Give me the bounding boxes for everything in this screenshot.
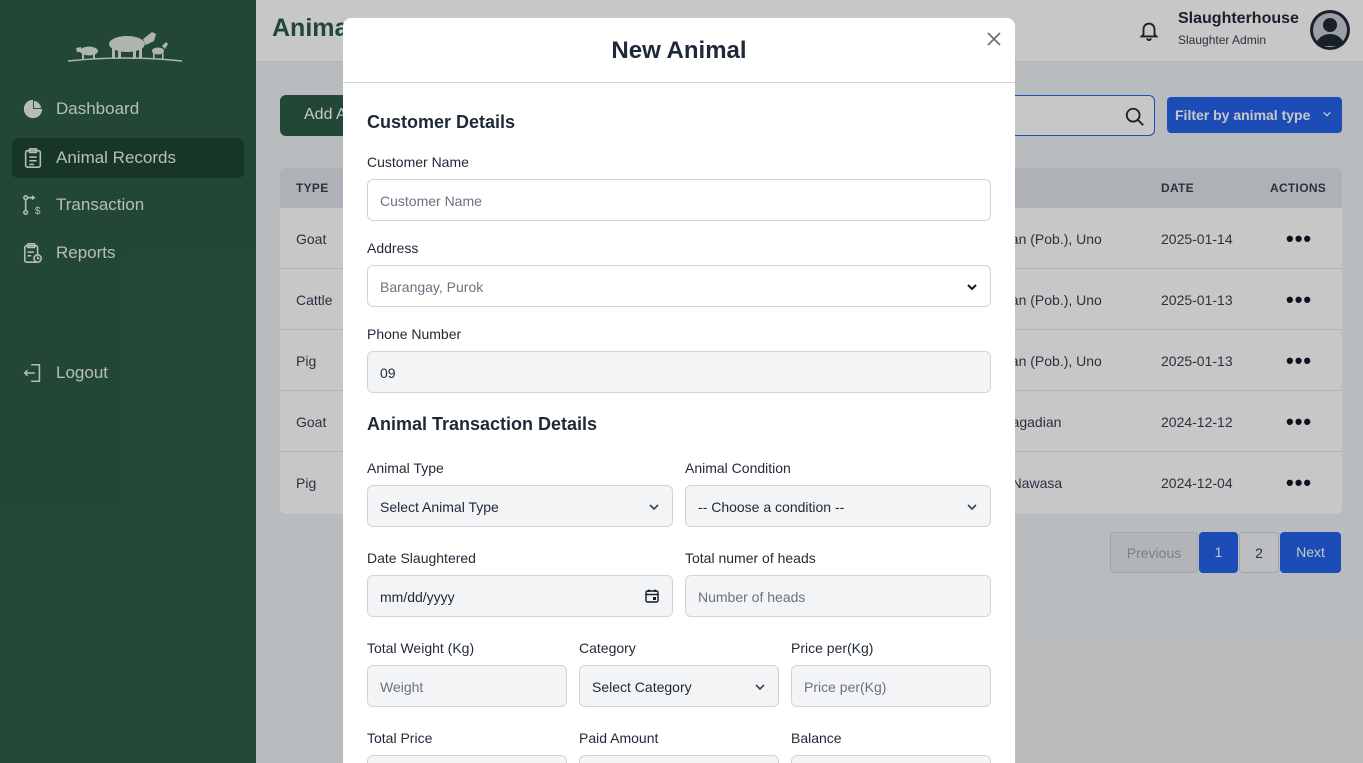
animal-condition-label: Animal Condition (685, 460, 791, 476)
chevron-down-icon (967, 284, 977, 291)
address-select[interactable]: Barangay, Purok (367, 265, 991, 307)
animal-type-value: Select Animal Type (380, 499, 499, 515)
modal-title: New Animal (611, 37, 747, 64)
close-icon[interactable] (985, 30, 1003, 48)
total-heads-input[interactable]: Number of heads (685, 575, 991, 617)
address-label: Address (367, 240, 419, 256)
chevron-down-icon (967, 504, 977, 511)
animal-condition-select[interactable]: -- Choose a condition -- (685, 485, 991, 527)
paid-amount-label: Paid Amount (579, 730, 659, 746)
animal-type-select[interactable]: Select Animal Type (367, 485, 673, 527)
chevron-down-icon (649, 504, 659, 511)
price-per-kg-input[interactable]: Price per(Kg) (791, 665, 991, 707)
date-slaughtered-input[interactable]: mm/dd/yyyy (367, 575, 673, 617)
customer-name-input[interactable]: Customer Name (367, 179, 991, 221)
category-value: Select Category (592, 679, 692, 695)
category-select[interactable]: Select Category (579, 665, 779, 707)
paid-amount-input[interactable] (579, 755, 779, 763)
calendar-icon[interactable] (645, 589, 659, 603)
new-animal-modal: New Animal Customer Details Customer Nam… (343, 18, 1015, 763)
address-placeholder: Barangay, Purok (380, 279, 484, 295)
chevron-down-icon (755, 684, 765, 691)
phone-number-value: 09 (380, 365, 396, 381)
total-heads-label: Total numer of heads (685, 550, 816, 566)
price-per-kg-label: Price per(Kg) (791, 640, 874, 656)
customer-details-heading: Customer Details (367, 112, 516, 132)
date-slaughtered-value: mm/dd/yyyy (380, 589, 455, 605)
category-label: Category (579, 640, 636, 656)
phone-number-label: Phone Number (367, 326, 462, 342)
total-price-label: Total Price (367, 730, 433, 746)
total-weight-label: Total Weight (Kg) (367, 640, 475, 656)
customer-name-label: Customer Name (367, 154, 469, 170)
balance-label: Balance (791, 730, 842, 746)
total-weight-input[interactable]: Weight (367, 665, 567, 707)
modal-header: New Animal (343, 18, 1015, 83)
transaction-details-heading: Animal Transaction Details (367, 414, 598, 434)
balance-input[interactable] (791, 755, 991, 763)
animal-condition-value: -- Choose a condition -- (698, 499, 845, 515)
total-price-input[interactable] (367, 755, 567, 763)
phone-number-input[interactable]: 09 (367, 351, 991, 393)
date-slaughtered-label: Date Slaughtered (367, 550, 476, 566)
animal-type-label: Animal Type (367, 460, 444, 476)
